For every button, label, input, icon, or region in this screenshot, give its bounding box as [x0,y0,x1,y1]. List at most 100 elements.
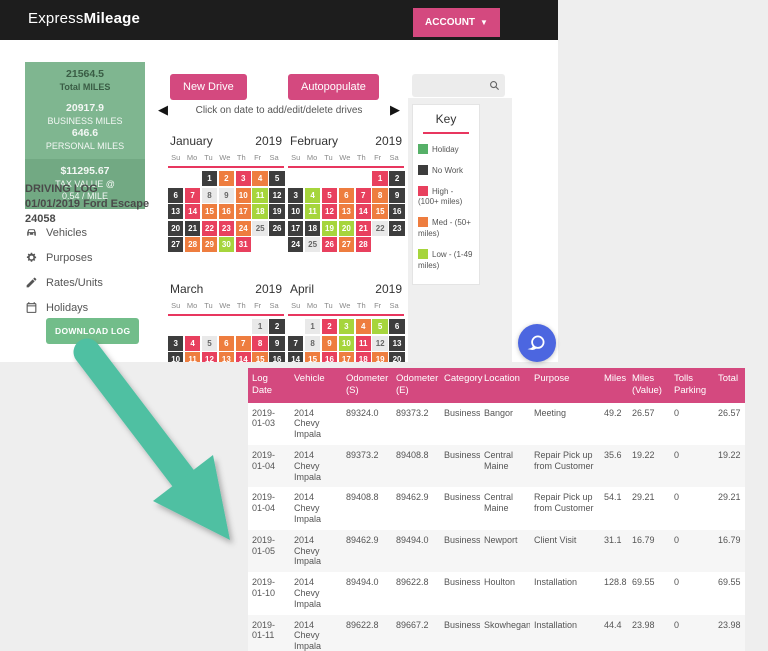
calendar-day-january-12[interactable]: 12 [269,188,284,203]
calendar-day-february-28[interactable]: 28 [356,237,371,252]
calendar-day-february-11[interactable]: 11 [305,204,320,219]
calendar-day-march-4[interactable]: 4 [185,336,200,351]
calendar-day-march-15[interactable]: 15 [252,352,267,362]
calendar-day-january-29[interactable]: 29 [202,237,217,252]
calendar-day-january-27[interactable]: 27 [168,237,183,252]
prev-month-arrow[interactable]: ◀ [158,102,168,118]
calendar-day-february-20[interactable]: 20 [339,221,354,236]
calendar-day-february-14[interactable]: 14 [356,204,371,219]
calendar-day-april-16[interactable]: 16 [322,352,337,362]
calendar-day-february-17[interactable]: 17 [288,221,303,236]
calendar-day-january-14[interactable]: 14 [185,204,200,219]
calendar-day-january-13[interactable]: 13 [168,204,183,219]
calendar-day-january-22[interactable]: 22 [202,221,217,236]
calendar-day-january-24[interactable]: 24 [236,221,251,236]
calendar-day-march-7[interactable]: 7 [236,336,251,351]
next-month-arrow[interactable]: ▶ [390,102,400,118]
calendar-day-april-4[interactable]: 4 [356,319,371,334]
calendar-day-april-10[interactable]: 10 [339,336,354,351]
calendar-day-january-7[interactable]: 7 [185,188,200,203]
download-log-button[interactable]: DOWNLOAD LOG [46,318,139,344]
calendar-day-april-6[interactable]: 6 [389,319,404,334]
calendar-day-february-16[interactable]: 16 [389,204,404,219]
calendar-day-february-26[interactable]: 26 [322,237,337,252]
account-button[interactable]: ACCOUNT ▼ [413,8,500,37]
calendar-day-february-27[interactable]: 27 [339,237,354,252]
calendar-day-january-21[interactable]: 21 [185,221,200,236]
calendar-day-april-9[interactable]: 9 [322,336,337,351]
calendar-day-january-9[interactable]: 9 [219,188,234,203]
search-input[interactable] [412,80,489,91]
calendar-day-january-25[interactable]: 25 [252,221,267,236]
calendar-day-february-7[interactable]: 7 [356,188,371,203]
calendar-day-february-15[interactable]: 15 [372,204,387,219]
calendar-day-march-12[interactable]: 12 [202,352,217,362]
calendar-day-february-13[interactable]: 13 [339,204,354,219]
calendar-day-january-1[interactable]: 1 [202,171,217,186]
calendar-day-january-19[interactable]: 19 [269,204,284,219]
calendar-day-january-28[interactable]: 28 [185,237,200,252]
calendar-day-april-7[interactable]: 7 [288,336,303,351]
calendar-day-march-2[interactable]: 2 [269,319,284,334]
calendar-day-january-23[interactable]: 23 [219,221,234,236]
calendar-day-february-8[interactable]: 8 [372,188,387,203]
calendar-day-january-20[interactable]: 20 [168,221,183,236]
calendar-day-march-9[interactable]: 9 [269,336,284,351]
calendar-day-february-24[interactable]: 24 [288,237,303,252]
calendar-day-march-5[interactable]: 5 [202,336,217,351]
new-drive-button[interactable]: New Drive [170,74,247,100]
calendar-day-april-1[interactable]: 1 [305,319,320,334]
calendar-day-february-12[interactable]: 12 [322,204,337,219]
sidebar-item-purposes[interactable]: Purposes [25,245,103,270]
calendar-day-january-16[interactable]: 16 [219,204,234,219]
calendar-day-april-2[interactable]: 2 [322,319,337,334]
calendar-day-march-10[interactable]: 10 [168,352,183,362]
calendar-day-march-6[interactable]: 6 [219,336,234,351]
autopopulate-button[interactable]: Autopopulate [288,74,379,100]
calendar-day-march-8[interactable]: 8 [252,336,267,351]
calendar-day-april-5[interactable]: 5 [372,319,387,334]
calendar-day-april-14[interactable]: 14 [288,352,303,362]
calendar-day-april-19[interactable]: 19 [372,352,387,362]
calendar-day-february-18[interactable]: 18 [305,221,320,236]
calendar-day-january-10[interactable]: 10 [236,188,251,203]
sidebar-item-holidays[interactable]: Holidays [25,295,103,320]
sidebar-item-rates-units[interactable]: Rates/Units [25,270,103,295]
calendar-day-february-21[interactable]: 21 [356,221,371,236]
chat-widget-button[interactable] [518,324,556,362]
calendar-day-march-16[interactable]: 16 [269,352,284,362]
calendar-day-january-8[interactable]: 8 [202,188,217,203]
calendar-day-april-3[interactable]: 3 [339,319,354,334]
calendar-day-february-5[interactable]: 5 [322,188,337,203]
calendar-day-january-26[interactable]: 26 [269,221,284,236]
calendar-day-january-31[interactable]: 31 [236,237,251,252]
calendar-day-january-15[interactable]: 15 [202,204,217,219]
calendar-day-april-11[interactable]: 11 [356,336,371,351]
calendar-day-february-2[interactable]: 2 [389,171,404,186]
calendar-day-march-3[interactable]: 3 [168,336,183,351]
calendar-day-january-5[interactable]: 5 [269,171,284,186]
calendar-day-january-17[interactable]: 17 [236,204,251,219]
calendar-day-april-18[interactable]: 18 [356,352,371,362]
calendar-day-march-11[interactable]: 11 [185,352,200,362]
calendar-day-february-1[interactable]: 1 [372,171,387,186]
calendar-day-march-1[interactable]: 1 [252,319,267,334]
calendar-day-february-9[interactable]: 9 [389,188,404,203]
calendar-day-january-30[interactable]: 30 [219,237,234,252]
calendar-day-april-8[interactable]: 8 [305,336,320,351]
calendar-day-february-23[interactable]: 23 [389,221,404,236]
calendar-day-january-6[interactable]: 6 [168,188,183,203]
calendar-day-march-13[interactable]: 13 [219,352,234,362]
calendar-day-april-12[interactable]: 12 [372,336,387,351]
calendar-day-april-15[interactable]: 15 [305,352,320,362]
calendar-day-february-19[interactable]: 19 [322,221,337,236]
calendar-day-april-13[interactable]: 13 [389,336,404,351]
sidebar-item-vehicles[interactable]: Vehicles [25,220,103,245]
calendar-day-january-2[interactable]: 2 [219,171,234,186]
calendar-day-january-11[interactable]: 11 [252,188,267,203]
calendar-day-march-14[interactable]: 14 [236,352,251,362]
calendar-day-february-4[interactable]: 4 [305,188,320,203]
calendar-day-april-17[interactable]: 17 [339,352,354,362]
calendar-day-april-20[interactable]: 20 [389,352,404,362]
calendar-day-january-4[interactable]: 4 [252,171,267,186]
